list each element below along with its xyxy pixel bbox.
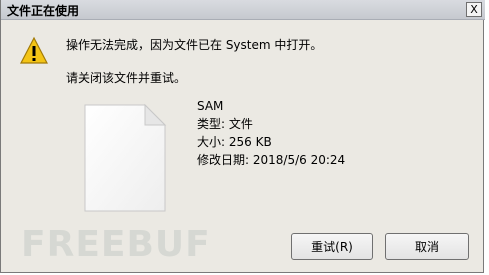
file-modified-date: 修改日期: 2018/5/6 20:24	[197, 153, 346, 167]
error-message: 操作无法完成，因为文件已在 System 中打开。	[66, 38, 323, 52]
retry-button[interactable]: 重试(R)	[291, 233, 373, 260]
cancel-button[interactable]: 取消	[385, 233, 469, 260]
file-icon	[84, 103, 167, 212]
file-in-use-dialog: 文件正在使用 X 操作无法完成，因为文件已在 System 中打开。 请关闭该文…	[0, 0, 485, 273]
freebuf-watermark: FREEBUF	[21, 224, 211, 265]
title-bar[interactable]: 文件正在使用 X	[1, 0, 485, 20]
close-button[interactable]: X	[466, 2, 482, 17]
file-type: 类型: 文件	[197, 117, 253, 131]
file-size: 大小: 256 KB	[197, 135, 272, 149]
file-name: SAM	[197, 99, 224, 113]
instruction-message: 请关闭该文件并重试。	[66, 71, 187, 85]
warning-icon	[20, 36, 48, 64]
dialog-title: 文件正在使用	[7, 4, 80, 18]
